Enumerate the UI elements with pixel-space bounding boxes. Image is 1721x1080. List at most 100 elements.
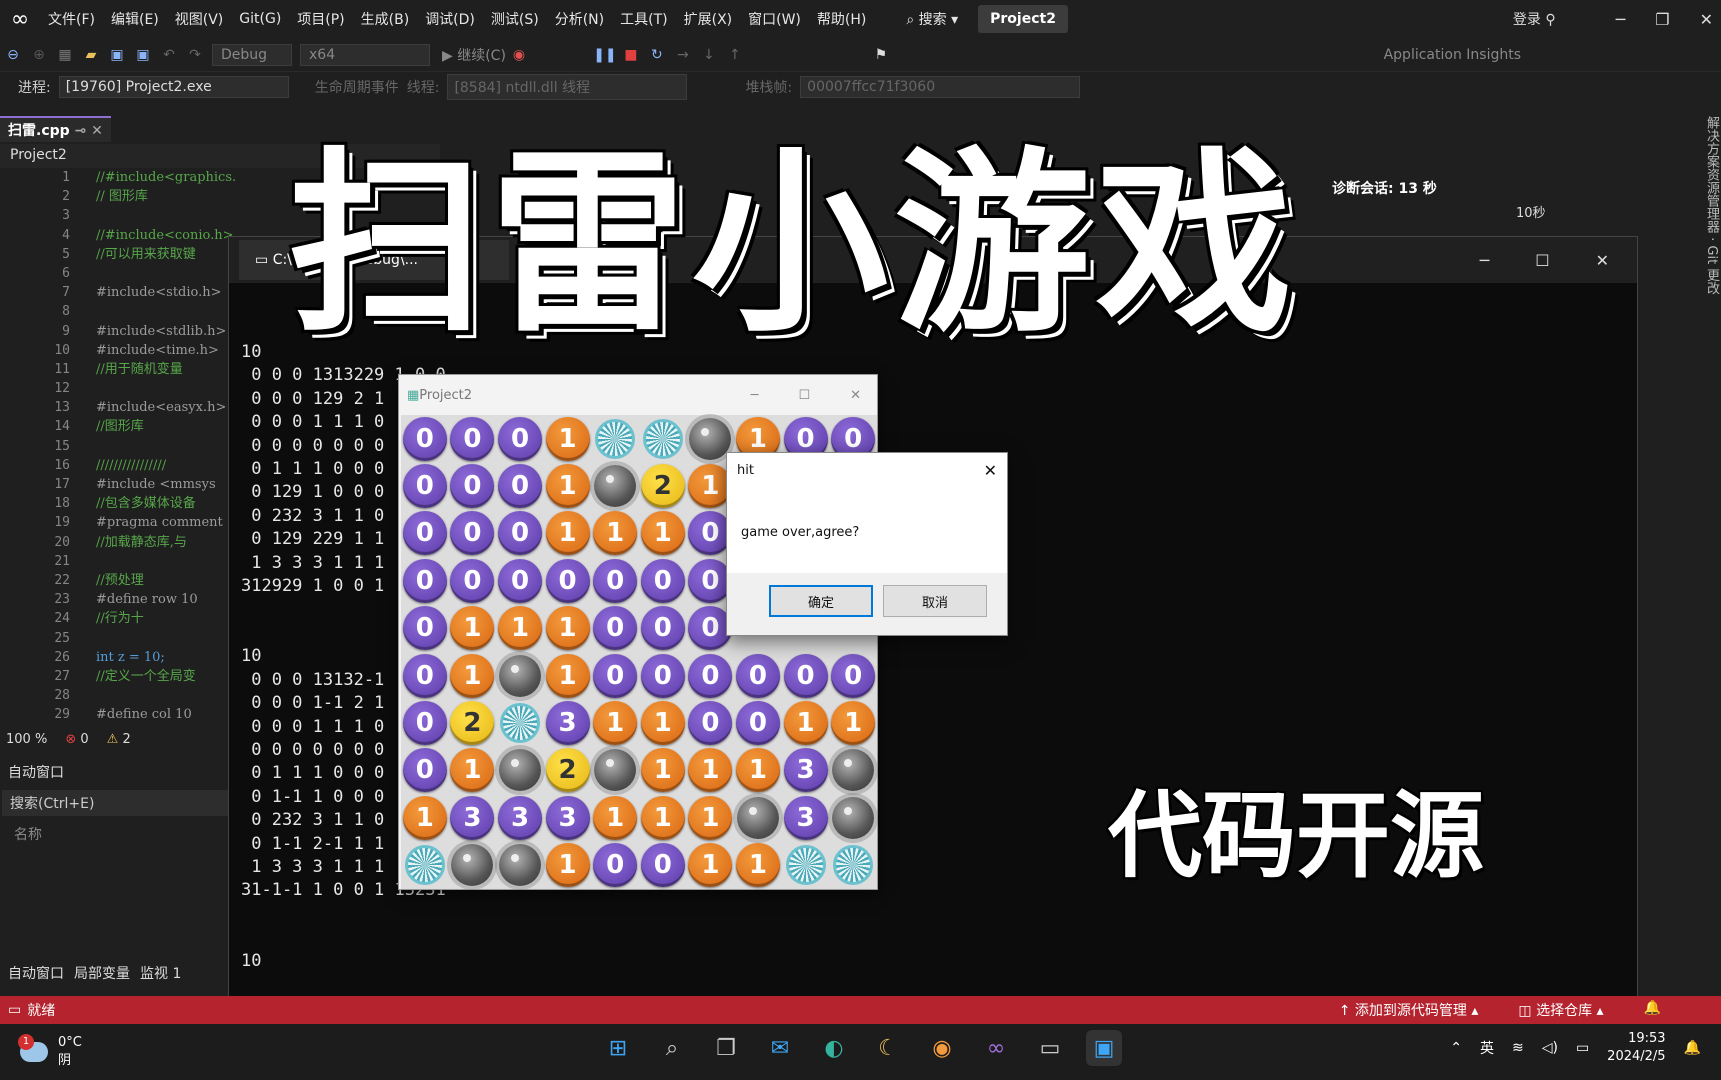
menu-git[interactable]: Git(G) — [231, 11, 289, 27]
solution-explorer-side-tab[interactable]: 解决方案资源管理器 · Git 更改 — [1692, 116, 1721, 316]
mine-cell[interactable]: 1 — [734, 747, 782, 794]
open-folder-icon[interactable]: ▰ — [78, 47, 104, 63]
cancel-button[interactable]: 取消 — [883, 585, 987, 617]
mine-cell[interactable] — [496, 842, 544, 889]
app-icon-yellow[interactable]: ☾ — [870, 1030, 906, 1066]
console-close-icon[interactable]: ✕ — [1596, 251, 1609, 270]
undo-icon[interactable]: ↶ — [156, 47, 182, 63]
mine-cell[interactable]: 1 — [687, 747, 735, 794]
mine-cell[interactable]: 3 — [544, 794, 592, 841]
mine-cell[interactable]: 0 — [449, 510, 497, 557]
step-into-icon[interactable]: ↓ — [696, 47, 722, 63]
chevron-up-icon[interactable]: ⌃ — [1450, 1040, 1462, 1056]
menu-extensions[interactable]: 扩展(X) — [676, 9, 741, 29]
mine-cell[interactable]: 0 — [734, 699, 782, 746]
mine-cell[interactable] — [496, 699, 544, 746]
dialog-close-icon[interactable]: ✕ — [984, 461, 997, 480]
wifi-icon[interactable]: ≋ — [1512, 1040, 1524, 1056]
project-app-icon[interactable]: ▣ — [1086, 1030, 1122, 1066]
mine-cell[interactable] — [734, 794, 782, 841]
mine-cell[interactable]: 0 — [401, 557, 449, 604]
mine-cell[interactable]: 1 — [687, 842, 735, 889]
mine-cell[interactable]: 0 — [401, 510, 449, 557]
mine-cell[interactable] — [449, 842, 497, 889]
mine-cell[interactable]: 1 — [782, 699, 830, 746]
add-to-source-control[interactable]: ↑ 添加到源代码管理 ▴ — [1339, 1000, 1479, 1020]
mine-cell[interactable] — [829, 842, 877, 889]
mine-cell[interactable]: 0 — [496, 415, 544, 462]
redo-icon[interactable]: ↷ — [182, 47, 208, 63]
mine-cell[interactable]: 1 — [544, 605, 592, 652]
ime-indicator[interactable]: 英 — [1480, 1038, 1494, 1058]
step-out-icon[interactable]: ↑ — [722, 47, 748, 63]
mine-cell[interactable]: 0 — [401, 652, 449, 699]
mine-cell[interactable] — [591, 747, 639, 794]
clock[interactable]: 19:53 2024/2/5 — [1607, 1030, 1665, 1066]
mine-cell[interactable]: 1 — [639, 747, 687, 794]
hot-reload-icon[interactable]: ◉ — [506, 47, 532, 63]
menu-edit[interactable]: 编辑(E) — [103, 9, 167, 29]
close-tab-icon[interactable]: ✕ — [91, 123, 103, 139]
game-close-icon[interactable]: ✕ — [850, 388, 861, 403]
platform-dropdown[interactable]: x64 — [300, 43, 430, 66]
tab-watch-1[interactable]: 监视 1 — [140, 963, 181, 983]
battery-icon[interactable]: ▭ — [1576, 1040, 1589, 1056]
mine-cell[interactable] — [591, 415, 639, 462]
mine-cell[interactable]: 0 — [401, 415, 449, 462]
mine-cell[interactable]: 0 — [687, 652, 735, 699]
mine-cell[interactable] — [496, 652, 544, 699]
mine-cell[interactable]: 1 — [544, 842, 592, 889]
search-icon[interactable]: ⌕ — [654, 1030, 690, 1066]
menu-build[interactable]: 生成(B) — [353, 9, 418, 29]
mine-cell[interactable]: 1 — [449, 747, 497, 794]
mine-cell[interactable]: 1 — [639, 794, 687, 841]
edge-icon[interactable]: ◐ — [816, 1030, 852, 1066]
application-insights-dropdown[interactable]: Application Insights — [1384, 47, 1521, 63]
error-count[interactable]: ⊗ 0 — [65, 732, 88, 747]
mine-cell[interactable]: 0 — [401, 747, 449, 794]
mine-cell[interactable]: 0 — [734, 652, 782, 699]
new-project-icon[interactable]: ▦ — [52, 47, 78, 63]
mine-cell[interactable]: 1 — [591, 510, 639, 557]
mine-cell[interactable]: 1 — [591, 699, 639, 746]
mine-cell[interactable]: 0 — [639, 557, 687, 604]
mine-cell[interactable]: 0 — [591, 652, 639, 699]
mine-cell[interactable]: 1 — [591, 794, 639, 841]
back-icon[interactable]: ⊖ — [0, 47, 26, 63]
menu-view[interactable]: 视图(V) — [167, 9, 232, 29]
ok-button[interactable]: 确定 — [769, 585, 873, 617]
stop-icon[interactable]: ■ — [618, 47, 644, 63]
mine-cell[interactable]: 0 — [449, 557, 497, 604]
mine-cell[interactable]: 0 — [639, 605, 687, 652]
notification-bell-icon[interactable]: 🔔 — [1684, 1040, 1701, 1056]
continue-button[interactable]: ▶ 继续(C) — [442, 45, 506, 65]
mine-cell[interactable]: 0 — [401, 699, 449, 746]
mine-cell[interactable]: 1 — [829, 699, 877, 746]
mine-cell[interactable] — [496, 747, 544, 794]
mine-cell[interactable] — [591, 462, 639, 509]
mine-cell[interactable]: 0 — [496, 557, 544, 604]
game-minimize-icon[interactable]: ─ — [751, 388, 759, 403]
close-icon[interactable]: ✕ — [1700, 10, 1713, 29]
tab-locals[interactable]: 局部变量 — [74, 963, 130, 983]
mine-cell[interactable]: 0 — [401, 462, 449, 509]
code-editor[interactable]: //#include<graphics.h> // 图形库 //#include<c… — [96, 168, 236, 728]
mine-cell[interactable]: 0 — [782, 652, 830, 699]
mine-cell[interactable]: 0 — [591, 557, 639, 604]
mine-cell[interactable]: 1 — [544, 510, 592, 557]
mine-cell[interactable]: 1 — [544, 462, 592, 509]
mine-cell[interactable]: 0 — [496, 462, 544, 509]
pin-icon[interactable]: ⊸ — [75, 123, 87, 139]
mine-cell[interactable]: 0 — [639, 652, 687, 699]
tab-minesweeper-cpp[interactable]: 扫雷.cpp ⊸ ✕ — [0, 116, 111, 142]
mine-cell[interactable]: 3 — [496, 794, 544, 841]
mine-cell[interactable]: 1 — [496, 605, 544, 652]
menu-tools[interactable]: 工具(T) — [612, 9, 675, 29]
save-icon[interactable]: ▣ — [104, 47, 130, 63]
mine-cell[interactable]: 0 — [449, 462, 497, 509]
minimize-icon[interactable]: ─ — [1616, 10, 1626, 29]
forward-icon[interactable]: ⊕ — [26, 47, 52, 63]
menu-analyze[interactable]: 分析(N) — [547, 9, 612, 29]
task-view-icon[interactable]: ❐ — [708, 1030, 744, 1066]
mine-cell[interactable]: 1 — [639, 510, 687, 557]
